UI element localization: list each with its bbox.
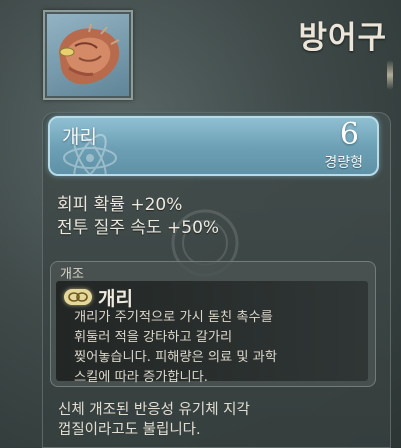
mod-desc-line: 찢어놓습니다. 피해량은 의료 및 과학 (74, 350, 277, 365)
item-thumbnail[interactable] (43, 10, 133, 100)
background-sparkle (387, 60, 393, 90)
mod-desc-line: 휘둘러 적을 강타하고 갈가리 (74, 330, 233, 345)
mod-desc-line: 스킬에 따라 증가합니다. (74, 370, 208, 385)
flavor-line: 껍질이라고도 불립니다. (58, 422, 201, 438)
flavor-text: 신체 개조된 반응성 유기체 지각 껍질이라고도 불립니다. (58, 400, 250, 440)
category-title: 방어구 (298, 20, 387, 56)
modification-description: 개리가 주기적으로 가시 돋친 촉수를 휘둘러 적을 강타하고 갈가리 찢어놓습… (74, 308, 364, 388)
flesh-armor-icon (59, 23, 120, 85)
mod-capsule-icon (64, 289, 92, 305)
weight-value: 6 (339, 117, 359, 152)
modification-name: 개리 (98, 288, 133, 310)
modification-section-label: 개조 (60, 267, 84, 282)
mod-capsule-rings-icon (68, 292, 88, 302)
item-header-card: 개리 6 경량형 (48, 116, 379, 176)
weight-class-label: 경량형 (324, 155, 363, 171)
item-name: 개리 (62, 126, 97, 148)
flavor-line: 신체 개조된 반응성 유기체 지각 (58, 402, 250, 418)
mod-desc-line: 개리가 주기적으로 가시 돋친 촉수를 (74, 310, 273, 325)
